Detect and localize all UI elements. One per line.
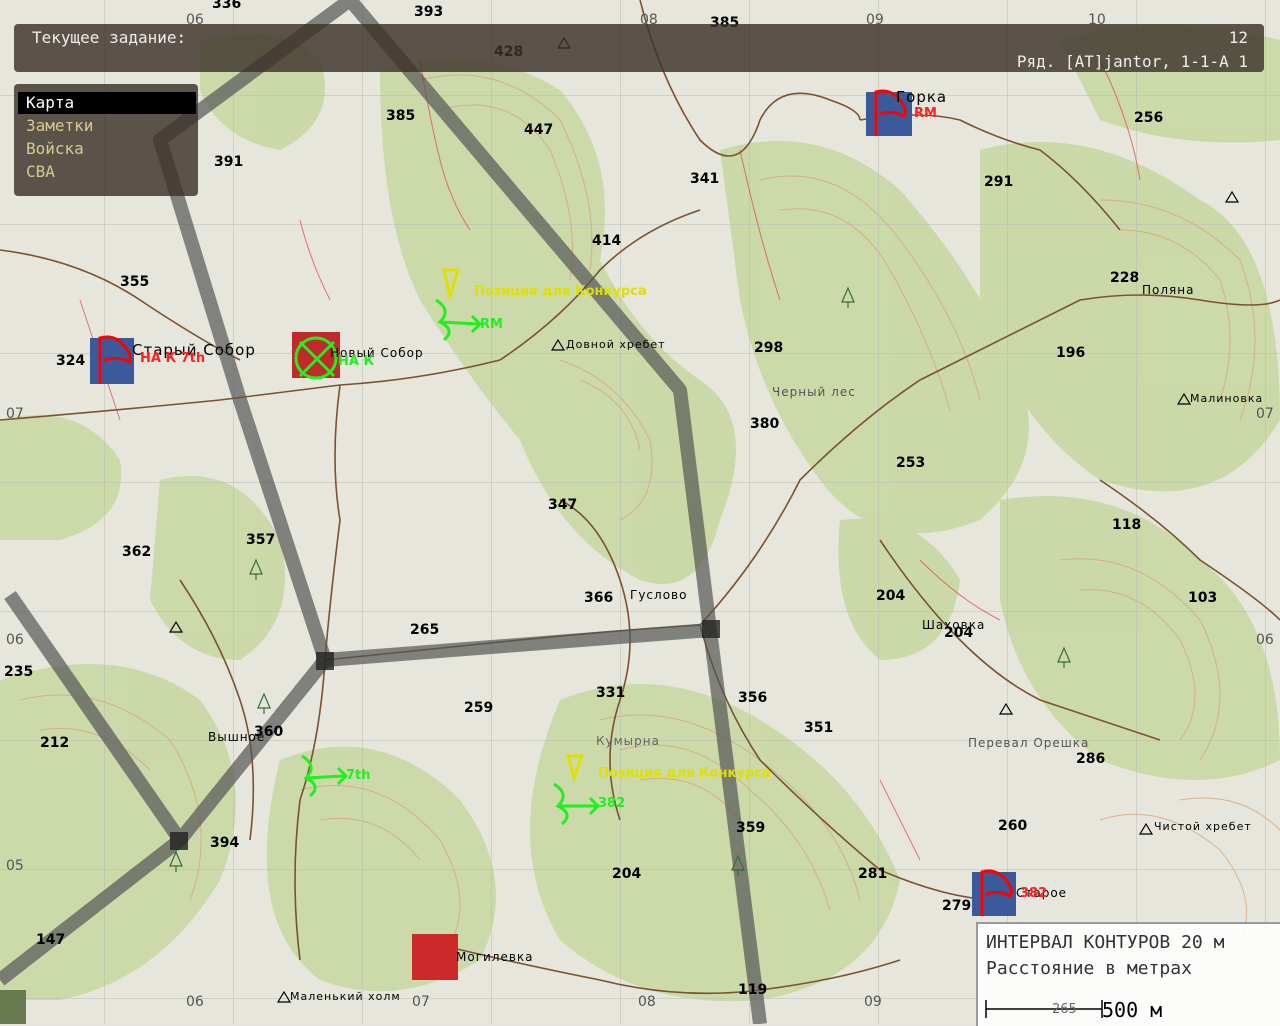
- elevation-label: 355: [120, 274, 150, 290]
- grid-label-bottom-07: 07: [412, 994, 430, 1010]
- unit-7th-label[interactable]: 7th: [346, 768, 371, 783]
- menu-item-map[interactable]: Карта: [18, 92, 196, 114]
- elevation-label: 259: [464, 700, 494, 716]
- contour-interval-label: ИНТЕРВАЛ КОНТУРОВ 20 м: [986, 932, 1225, 953]
- elevation-label: 362: [122, 544, 152, 560]
- town-label-pass: Перевал Орешка: [968, 736, 1090, 750]
- elevation-label: 341: [690, 171, 720, 187]
- town-label-polyana: Поляна: [1142, 283, 1195, 297]
- elevation-label: 256: [1134, 110, 1164, 126]
- elevation-label: 265: [410, 622, 440, 638]
- elevation-label: 103: [1188, 590, 1218, 606]
- grid-label-left-06: 06: [6, 632, 24, 648]
- elevation-label: 286: [1076, 751, 1106, 767]
- marker-old-sobor-tag[interactable]: НА К 7th: [140, 351, 205, 366]
- elevation-label: 147: [36, 932, 66, 948]
- elevation-label: 356: [738, 690, 768, 706]
- elevation-label: 281: [858, 866, 888, 882]
- elevation-label: 253: [896, 455, 926, 471]
- elevation-label: 298: [754, 340, 784, 356]
- elevation-label: 204: [612, 866, 642, 882]
- player-identity: Ряд. [AT]jantor, 1-1-A 1: [1016, 52, 1248, 71]
- elevation-label: 447: [524, 122, 554, 138]
- town-label-guslovo: Гуслово: [630, 588, 688, 602]
- elevation-label: 393: [414, 4, 444, 20]
- elevation-label: 357: [246, 532, 276, 548]
- scale-label: 500 м: [1102, 998, 1163, 1022]
- elevation-label: 336: [212, 0, 242, 12]
- current-task-label: Текущее задание:: [32, 28, 187, 47]
- marker-staroe-tag[interactable]: 382: [1020, 886, 1047, 901]
- elevation-label: 119: [738, 982, 768, 998]
- grid-label-right-07: 07: [1256, 406, 1274, 422]
- contest-position-label-1[interactable]: Позиция для Конкурса: [474, 284, 647, 299]
- scale-tick-label: 265: [1052, 1002, 1077, 1017]
- elevation-label: 414: [592, 233, 622, 249]
- task-bar: Текущее задание: 12 Ряд. [AT]jantor, 1-1…: [14, 24, 1264, 72]
- grid-label-left-05: 05: [6, 858, 24, 874]
- elevation-label: 385: [386, 108, 416, 124]
- grid-label-right-06: 06: [1256, 632, 1274, 648]
- menu-item-cva[interactable]: СВА: [18, 161, 196, 183]
- elevation-label: 366: [584, 590, 614, 606]
- elevation-label: 347: [548, 497, 578, 513]
- elevation-label: 331: [596, 685, 626, 701]
- grid-label-bottom-09: 09: [864, 994, 882, 1010]
- contest-position-label-2[interactable]: Позиция для Конкурса: [598, 766, 771, 781]
- elevation-label: 351: [804, 720, 834, 736]
- elevation-label: 260: [998, 818, 1028, 834]
- elevation-label: 235: [4, 664, 34, 680]
- map-menu: Карта Заметки Войска СВА: [14, 84, 198, 196]
- town-label-ridge: Чистой хребет: [1154, 820, 1252, 833]
- town-label-kumyrna: Кумырна: [596, 734, 660, 748]
- elevation-label: 228: [1110, 270, 1140, 286]
- town-label-ridge-2: Довной хребет: [566, 338, 666, 351]
- elevation-label: 212: [40, 735, 70, 751]
- elevation-label: 380: [750, 416, 780, 432]
- town-label-small-hill: Маленький холм: [290, 990, 401, 1003]
- elevation-label: 291: [984, 174, 1014, 190]
- distance-units-label: Расстояние в метрах: [986, 958, 1192, 979]
- elevation-label: 196: [1056, 345, 1086, 361]
- elevation-label: 324: [56, 353, 86, 369]
- grid-label-left-07: 07: [6, 406, 24, 422]
- unit-382-label[interactable]: 382: [598, 796, 625, 811]
- town-label-gorka: Горка: [896, 88, 948, 106]
- unit-rm-label[interactable]: RM: [480, 317, 503, 332]
- town-label-malinovka: Малиновка: [1190, 392, 1264, 405]
- elevation-label: 118: [1112, 517, 1142, 533]
- elevation-label: 391: [214, 154, 244, 170]
- enemy-marker-mogilevka[interactable]: [412, 934, 458, 980]
- menu-item-notes[interactable]: Заметки: [18, 115, 196, 137]
- town-label-black-forest: Черный лес: [772, 385, 856, 399]
- elevation-label: 394: [210, 835, 240, 851]
- counter-value: 12: [1228, 28, 1248, 47]
- marker-gorka-tag[interactable]: RM: [914, 106, 937, 121]
- scale-bar: [985, 1000, 1103, 1018]
- elevation-label: 279: [942, 898, 972, 914]
- town-label-mogilevka: Могилевка: [456, 950, 534, 964]
- town-label-vyshnoe: Вышное: [208, 730, 266, 744]
- marker-new-sobor-tag[interactable]: НА К: [338, 354, 374, 369]
- grid-label-bottom-08: 08: [638, 994, 656, 1010]
- grid-label-bottom-06: 06: [186, 994, 204, 1010]
- elevation-label: 204: [876, 588, 906, 604]
- elevation-label: 359: [736, 820, 766, 836]
- map-legend: ИНТЕРВАЛ КОНТУРОВ 20 м Расстояние в метр…: [976, 922, 1280, 1026]
- menu-item-troops[interactable]: Войска: [18, 138, 196, 160]
- town-label-shakhovka: Шаховка: [922, 618, 986, 632]
